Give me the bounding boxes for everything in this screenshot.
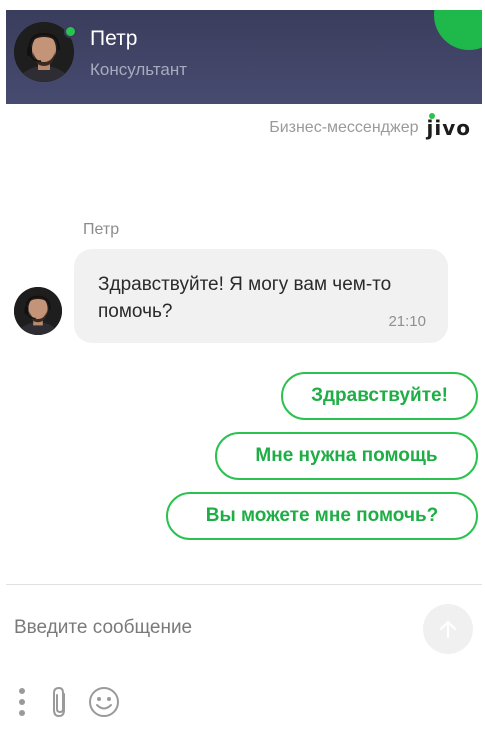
message-time: 21:10 — [388, 313, 426, 330]
chat-widget: Петр Консультант Бизнес-мессенджер jivo … — [0, 0, 485, 751]
message-avatar — [14, 287, 62, 335]
branding[interactable]: Бизнес-мессенджер jivo — [269, 113, 472, 140]
jivo-logo-dot — [428, 113, 435, 119]
message-sender-name: Петр — [83, 221, 120, 238]
more-options-button[interactable] — [12, 682, 32, 722]
jivo-logo: jivo — [426, 113, 472, 140]
quick-reply-can-you-help[interactable]: Вы можете мне помочь? — [166, 492, 478, 540]
emoji-button[interactable] — [84, 682, 124, 722]
branding-label: Бизнес-мессенджер — [269, 119, 419, 136]
message-text: Здравствуйте! Я могу вам чем-то помочь? — [98, 274, 392, 322]
emoji-icon — [89, 687, 119, 717]
message-bubble: Здравствуйте! Я могу вам чем-то помочь? … — [74, 249, 448, 343]
attach-file-button[interactable] — [42, 682, 78, 722]
quick-reply-hello[interactable]: Здравствуйте! — [281, 372, 478, 420]
composer-divider — [6, 584, 482, 585]
composer-toolbar — [12, 682, 124, 722]
paperclip-icon — [53, 686, 65, 718]
quick-reply-need-help[interactable]: Мне нужна помощь — [215, 432, 478, 480]
online-status-dot — [64, 25, 77, 38]
arrow-up-icon — [439, 620, 457, 639]
agent-name: Петр — [90, 27, 138, 50]
agent-role: Консультант — [90, 60, 188, 79]
message-input[interactable] — [14, 610, 404, 646]
jivo-logo-text: jivo — [426, 116, 471, 140]
more-vertical-icon — [19, 688, 25, 716]
send-button[interactable] — [423, 604, 473, 654]
header-accent-corner — [434, 10, 482, 50]
chat-header: Петр Консультант — [6, 10, 482, 104]
